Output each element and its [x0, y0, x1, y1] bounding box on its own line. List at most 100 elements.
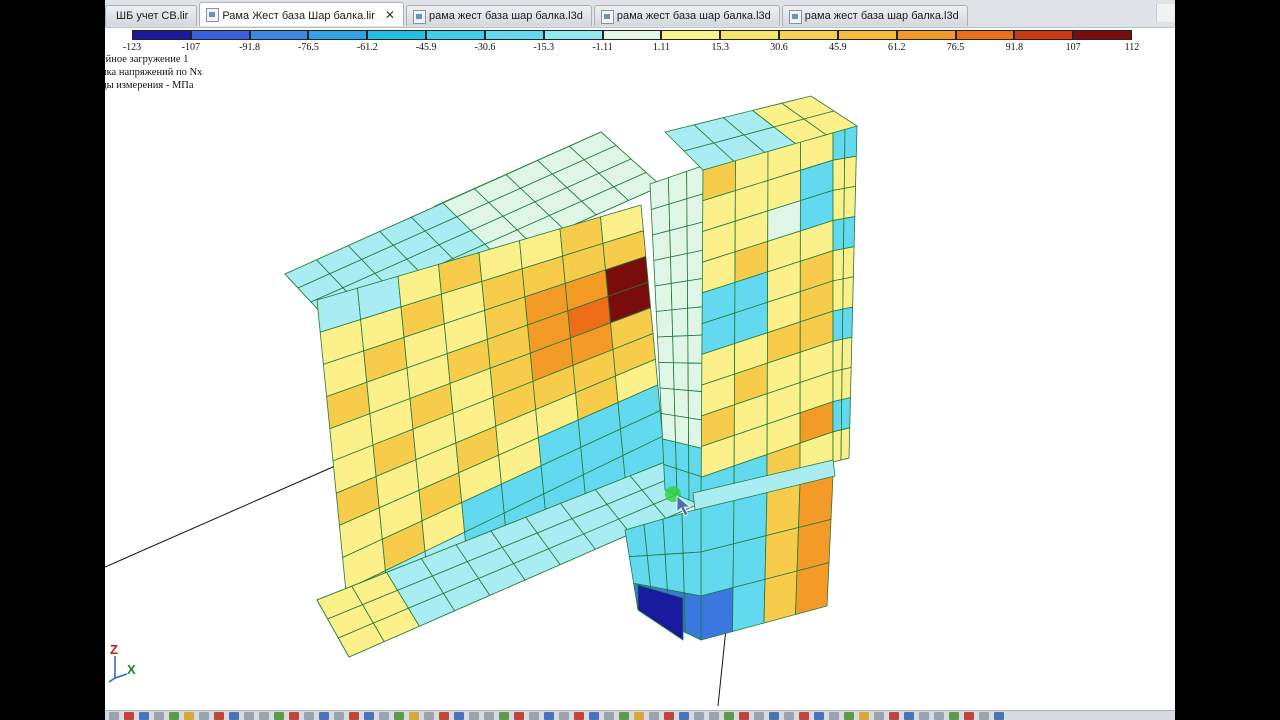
- toolbar-button[interactable]: [769, 712, 779, 720]
- toolbar-button[interactable]: [934, 712, 944, 720]
- toolbar-button[interactable]: [709, 712, 719, 720]
- toolbar-button[interactable]: [199, 712, 209, 720]
- toolbar-button[interactable]: [904, 712, 914, 720]
- toolbar-button[interactable]: [604, 712, 614, 720]
- toolbar-button[interactable]: [334, 712, 344, 720]
- toolbar-button[interactable]: [439, 712, 449, 720]
- toolbar-button[interactable]: [619, 712, 629, 720]
- column-web-element: [688, 417, 703, 449]
- toolbar-button[interactable]: [994, 712, 1004, 720]
- legend-swatch: [896, 30, 956, 40]
- toolbar-button[interactable]: [454, 712, 464, 720]
- toolbar-button[interactable]: [589, 712, 599, 720]
- toolbar-button[interactable]: [139, 712, 149, 720]
- toolbar-button[interactable]: [409, 712, 419, 720]
- toolbar-button[interactable]: [529, 712, 539, 720]
- legend-swatch: [249, 30, 309, 40]
- toolbar-button[interactable]: [859, 712, 869, 720]
- toolbar-button[interactable]: [844, 712, 854, 720]
- legend-swatch: [190, 30, 250, 40]
- column-web-element: [687, 334, 704, 364]
- column-web-element: [668, 198, 688, 232]
- document-tab[interactable]: ШБ учет СВ.lir: [105, 5, 198, 26]
- toolbar-button[interactable]: [499, 712, 509, 720]
- document-tab[interactable]: рама жест база шар балка.l3d: [593, 5, 780, 26]
- legend-tick-label: 91.8: [1005, 42, 1024, 53]
- toolbar-button[interactable]: [319, 712, 329, 720]
- column-web-element: [662, 438, 677, 470]
- document-tab[interactable]: рама жест база шар балка.l3d: [405, 5, 592, 26]
- column-lower-element: [732, 578, 766, 633]
- tab-label: рама жест база шар балка.l3d: [428, 10, 583, 22]
- window-menu-button[interactable]: [1156, 4, 1175, 22]
- column-flange-element: [832, 278, 844, 312]
- toolbar-button[interactable]: [874, 712, 884, 720]
- toolbar-button[interactable]: [664, 712, 674, 720]
- toolbar-button[interactable]: [109, 712, 119, 720]
- toolbar-button[interactable]: [274, 712, 284, 720]
- legend-tick-label: -91.8: [239, 42, 261, 53]
- toolbar-button[interactable]: [919, 712, 929, 720]
- toolbar-button[interactable]: [379, 712, 389, 720]
- column-lower-element: [763, 570, 798, 624]
- toolbar-button[interactable]: [574, 712, 584, 720]
- column-web-element: [686, 192, 706, 227]
- toolbar-button[interactable]: [394, 712, 404, 720]
- toolbar-button[interactable]: [949, 712, 959, 720]
- legend-tick-label: 30.6: [770, 42, 788, 53]
- column-flange-element: [842, 306, 854, 340]
- toolbar-button[interactable]: [724, 712, 734, 720]
- close-tab-icon[interactable]: ✕: [385, 8, 395, 22]
- tab-label: рама жест база шар балка.l3d: [804, 10, 959, 22]
- toolbar-button[interactable]: [304, 712, 314, 720]
- column-flange-element: [840, 427, 851, 461]
- toolbar-button[interactable]: [964, 712, 974, 720]
- column-web-element: [660, 413, 676, 443]
- toolbar-button[interactable]: [694, 712, 704, 720]
- toolbar-button[interactable]: [184, 712, 194, 720]
- toolbar-button[interactable]: [349, 712, 359, 720]
- column-flange-element: [844, 125, 858, 159]
- column-web-element: [688, 444, 703, 478]
- toolbar-button[interactable]: [829, 712, 839, 720]
- toolbar-button[interactable]: [244, 712, 254, 720]
- toolbar-button[interactable]: [469, 712, 479, 720]
- column-flange-element: [843, 185, 856, 220]
- toolbar-button[interactable]: [544, 712, 554, 720]
- legend-tick-label: 1.11: [652, 42, 670, 53]
- document-icon: [206, 8, 220, 22]
- column-web-element: [673, 388, 689, 419]
- toolbar-button[interactable]: [784, 712, 794, 720]
- column-base-element: [664, 552, 685, 594]
- toolbar-button[interactable]: [484, 712, 494, 720]
- column-lower-element: [795, 562, 830, 616]
- column-base-element: [682, 551, 702, 597]
- toolbar-button[interactable]: [214, 712, 224, 720]
- toolbar-button[interactable]: [559, 712, 569, 720]
- toolbar-button[interactable]: [259, 712, 269, 720]
- toolbar-button[interactable]: [169, 712, 179, 720]
- toolbar-button[interactable]: [979, 712, 989, 720]
- toolbar-button[interactable]: [889, 712, 899, 720]
- toolbar-button[interactable]: [799, 712, 809, 720]
- toolbar-button[interactable]: [289, 712, 299, 720]
- toolbar-button[interactable]: [754, 712, 764, 720]
- toolbar-button[interactable]: [364, 712, 374, 720]
- toolbar-button[interactable]: [154, 712, 164, 720]
- tab-label: ШБ учет СВ.lir: [116, 10, 189, 22]
- toolbar-button[interactable]: [229, 712, 239, 720]
- column-flange-element: [832, 248, 844, 282]
- toolbar-button[interactable]: [679, 712, 689, 720]
- model-viewport[interactable]: [105, 56, 1175, 710]
- column-web-element: [687, 390, 703, 421]
- document-tab[interactable]: рама жест база шар балка.l3d: [781, 5, 968, 26]
- toolbar-button[interactable]: [124, 712, 134, 720]
- toolbar-button[interactable]: [514, 712, 524, 720]
- column-web-element: [670, 253, 688, 284]
- toolbar-button[interactable]: [424, 712, 434, 720]
- document-tab[interactable]: Рама Жест база Шар балка.lir ✕: [199, 2, 404, 26]
- toolbar-button[interactable]: [814, 712, 824, 720]
- toolbar-button[interactable]: [649, 712, 659, 720]
- toolbar-button[interactable]: [739, 712, 749, 720]
- toolbar-button[interactable]: [634, 712, 644, 720]
